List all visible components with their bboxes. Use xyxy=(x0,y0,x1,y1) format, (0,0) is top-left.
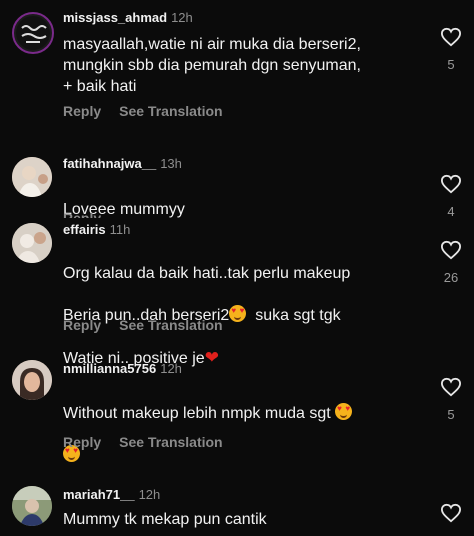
username[interactable]: nmillianna5756 xyxy=(63,361,156,376)
comment-header: fatihahnajwa__ 13h xyxy=(63,156,182,172)
username[interactable]: mariah71__ xyxy=(63,487,135,502)
timestamp: 11h xyxy=(109,222,131,237)
heart-outline-icon[interactable] xyxy=(440,377,462,397)
reply-button[interactable]: Reply xyxy=(63,434,101,450)
profile-photo-icon xyxy=(12,486,52,526)
comment-text-line: Without makeup lebih nmpk muda sgt xyxy=(63,403,408,424)
profile-photo-icon xyxy=(12,223,52,263)
avatar[interactable] xyxy=(12,223,52,263)
comment-item: mariah71__ 12h Mummy tk mekap pun cantik xyxy=(0,480,474,536)
comment-header: missjass_ahmad 12h xyxy=(63,10,193,26)
like-count: 5 xyxy=(447,57,455,72)
comment-header: nmillianna5756 12h xyxy=(63,361,182,377)
profile-photo-icon xyxy=(12,157,52,197)
calligraphy-avatar-icon xyxy=(16,16,50,50)
username[interactable]: missjass_ahmad xyxy=(63,10,167,25)
comment-text-segment: suka sgt tgk xyxy=(246,307,341,324)
comment-header: mariah71__ 12h xyxy=(63,487,160,503)
username[interactable]: effairis xyxy=(63,222,106,237)
avatar[interactable] xyxy=(12,360,52,400)
like-count: 4 xyxy=(447,204,455,218)
like-count: 26 xyxy=(443,270,459,285)
comment-header: effairis 11h xyxy=(63,222,130,238)
heart-outline-icon[interactable] xyxy=(440,27,462,47)
comment-text: masyaallah,watie ni air muka dia berseri… xyxy=(63,36,361,95)
timestamp: 12h xyxy=(160,361,182,376)
comment-text-line: Org kalau da baik hati..tak perlu makeup xyxy=(63,265,351,282)
reply-button[interactable]: Reply xyxy=(63,210,101,218)
timestamp: 12h xyxy=(138,487,161,502)
comment-item: fatihahnajwa__13h Loveee mummyy ❤ ❤ ❤ Re… xyxy=(0,150,474,218)
comment-actions: Reply See Translation xyxy=(63,434,223,450)
heart-outline-icon[interactable] xyxy=(440,174,462,194)
comment-actions: Reply xyxy=(63,210,119,218)
comment-item: effairis 11h Org kalau da baik hati..tak … xyxy=(0,218,474,367)
heart-eyes-emoji xyxy=(335,403,353,420)
comment-item: nmillianna5756 12h Without makeup lebih n… xyxy=(0,355,474,475)
timestamp: 13h xyxy=(160,156,182,171)
like-count: 5 xyxy=(447,407,455,422)
like-control: 4 xyxy=(439,174,463,218)
like-control xyxy=(439,503,463,523)
comment-item: missjass_ahmad 12h masyaallah,watie ni ai… xyxy=(0,0,474,140)
heart-outline-icon[interactable] xyxy=(440,240,462,260)
reply-button[interactable]: Reply xyxy=(63,317,101,333)
comment-actions: Reply See Translation xyxy=(63,317,223,333)
comment-text: Mummy tk mekap pun cantik xyxy=(63,511,267,528)
comment-actions: Reply See Translation xyxy=(63,103,223,119)
like-control: 26 xyxy=(439,240,463,285)
profile-photo-icon xyxy=(12,360,52,400)
reply-button[interactable]: Reply xyxy=(63,103,101,119)
like-control: 5 xyxy=(439,27,463,72)
comment-text-segment: Without makeup lebih nmpk muda sgt xyxy=(63,405,331,422)
avatar[interactable] xyxy=(12,486,52,526)
heart-eyes-emoji xyxy=(229,305,247,322)
like-control: 5 xyxy=(439,377,463,422)
avatar[interactable] xyxy=(12,12,54,54)
avatar[interactable] xyxy=(12,157,52,197)
see-translation-button[interactable]: See Translation xyxy=(119,317,222,333)
heart-outline-icon[interactable] xyxy=(440,503,462,523)
timestamp: 12h xyxy=(171,10,193,25)
see-translation-button[interactable]: See Translation xyxy=(119,434,222,450)
username[interactable]: fatihahnajwa__ xyxy=(63,156,156,171)
see-translation-button[interactable]: See Translation xyxy=(119,103,222,119)
